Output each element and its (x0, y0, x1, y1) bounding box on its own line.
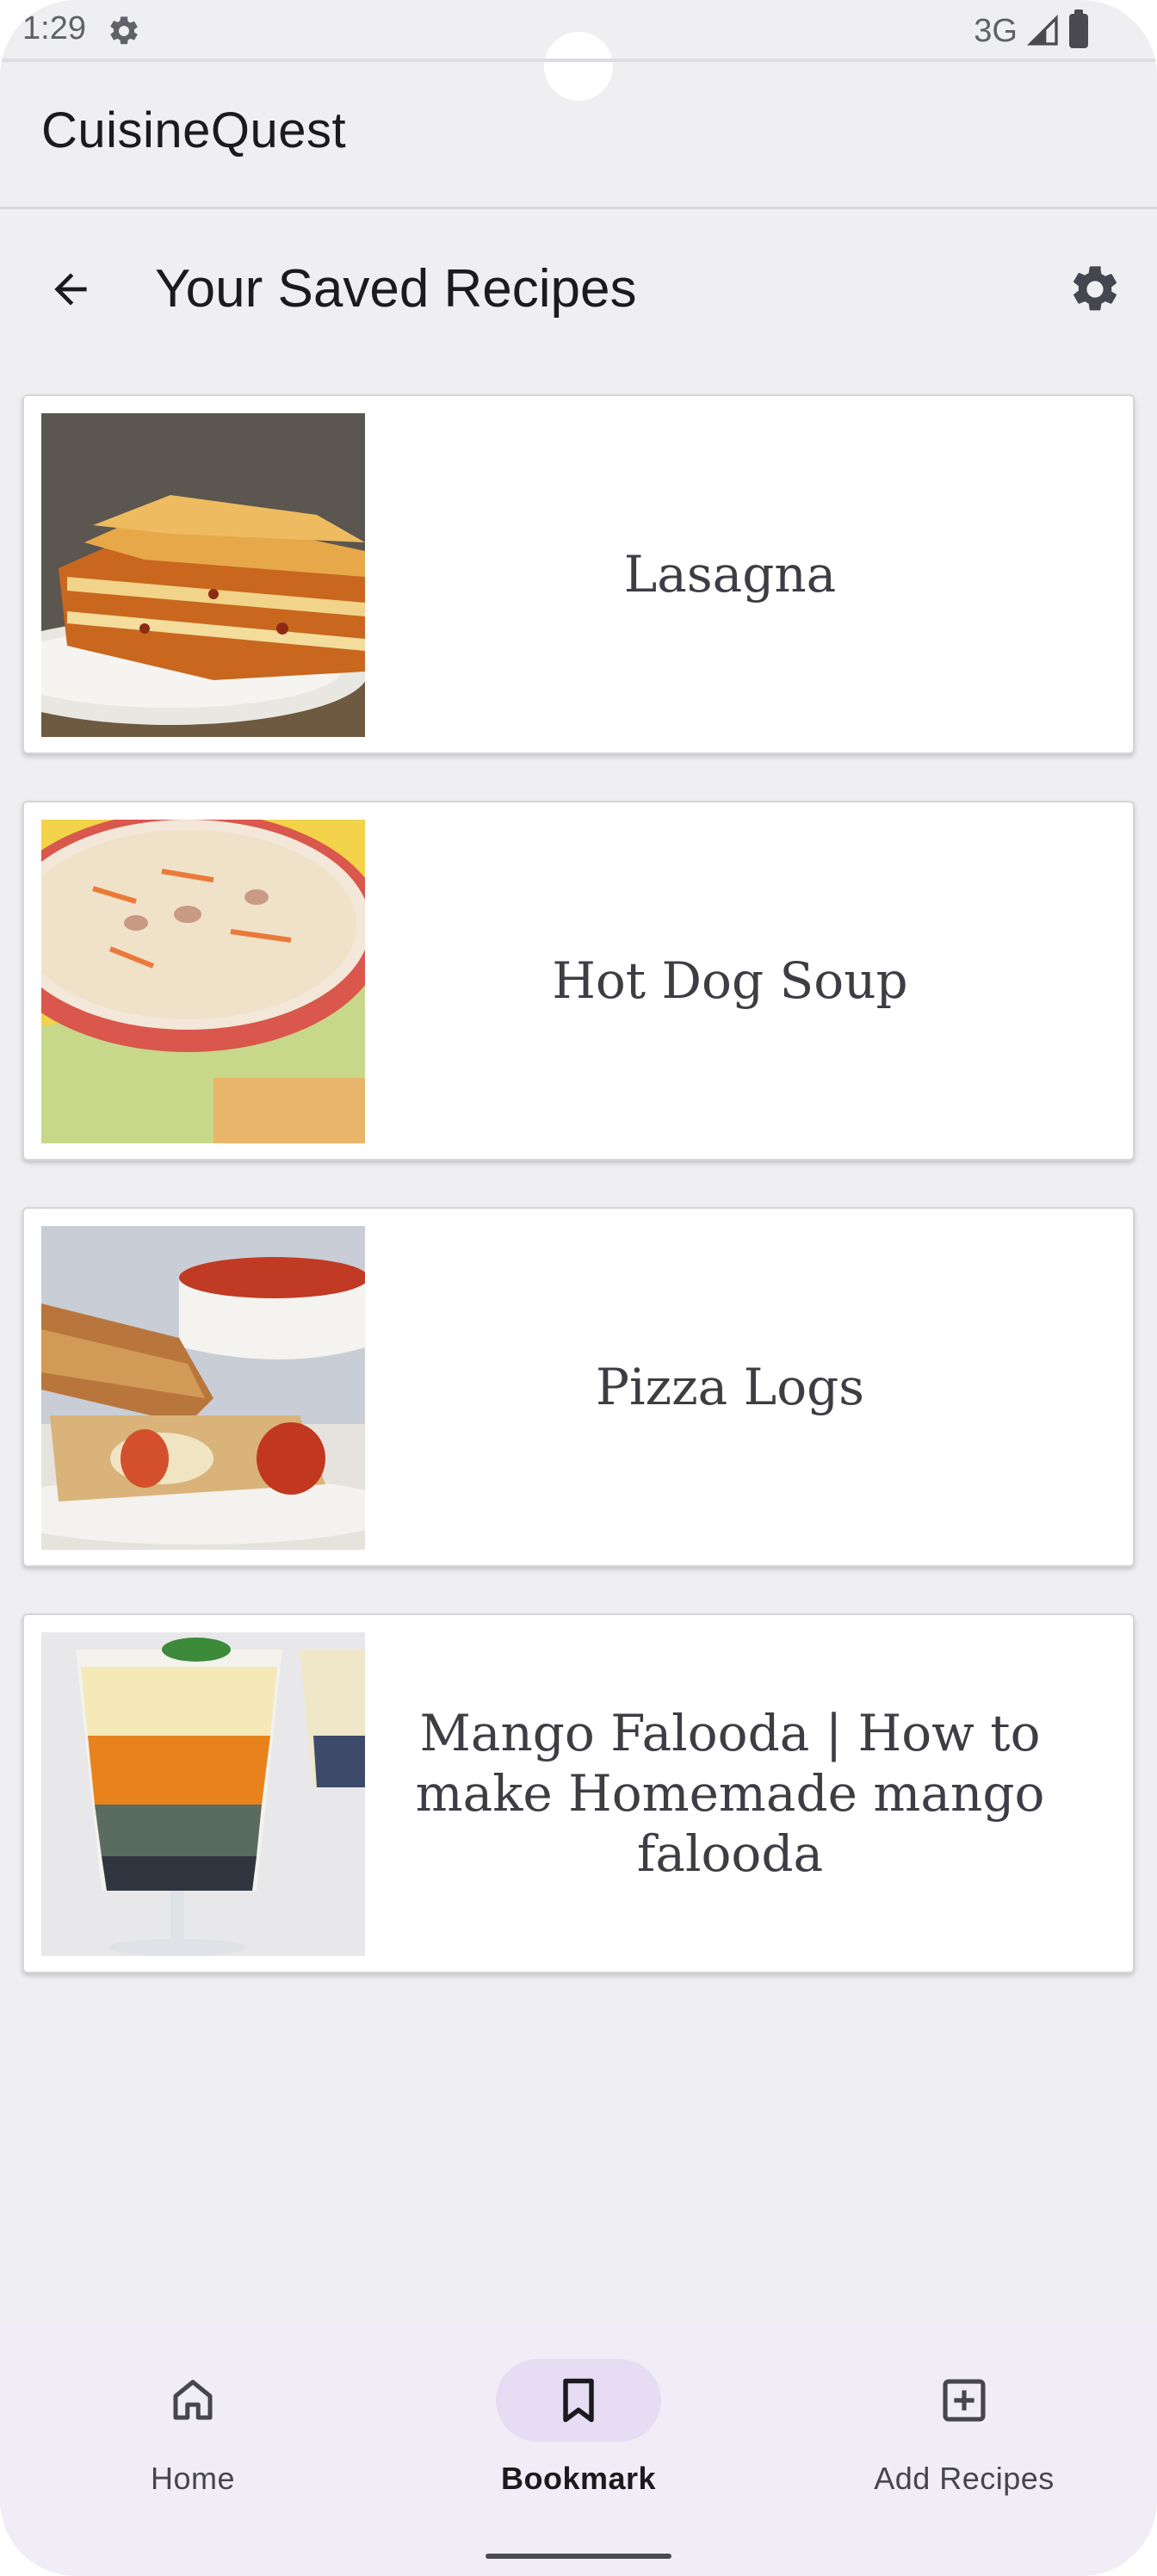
settings-button[interactable] (1061, 255, 1129, 324)
nav-item-home[interactable]: Home (64, 2359, 322, 2514)
pizza-logs-photo (41, 1226, 365, 1550)
gear-icon (1073, 266, 1117, 311)
recipe-card[interactable]: Lasagna (22, 394, 1135, 754)
hot-dog-soup-photo (41, 820, 365, 1143)
back-button[interactable] (36, 255, 105, 324)
network-type: 3G (974, 12, 1018, 49)
appbar-divider (0, 207, 1157, 209)
recipe-card[interactable]: Pizza Logs (22, 1207, 1135, 1567)
nav-indicator (496, 2359, 661, 2442)
recipe-card[interactable]: Mango Falooda | How to make Homemade man… (22, 1613, 1135, 1973)
camera-cutout (544, 32, 613, 101)
nav-label: Bookmark (500, 2461, 657, 2496)
mango-falooda-photo (41, 1632, 365, 1956)
nav-item-add-recipes[interactable]: Add Recipes (835, 2359, 1093, 2514)
nav-indicator (882, 2359, 1047, 2442)
home-icon (173, 2380, 213, 2420)
recipe-title: Lasagna (623, 545, 837, 604)
signal-icon (1026, 14, 1058, 46)
gesture-handle[interactable] (486, 2554, 671, 2559)
status-divider (0, 59, 1157, 62)
recipe-title: Hot Dog Soup (552, 951, 908, 1010)
nav-item-bookmark[interactable]: Bookmark (449, 2359, 708, 2514)
gear-icon (110, 16, 138, 45)
add-box-icon (943, 2379, 986, 2422)
nav-label: Home (150, 2461, 236, 2496)
page-title: Your Saved Recipes (155, 259, 637, 319)
arrow-back-icon (54, 273, 87, 306)
bookmark-icon (563, 2378, 594, 2423)
bottom-navigation: Home Bookmark Add Recipes (0, 2325, 1157, 2576)
recipe-title: Mango Falooda | How to make Homemade man… (415, 1704, 1045, 1883)
nav-label: Add Recipes (874, 2461, 1055, 2496)
recipe-title: Pizza Logs (595, 1358, 865, 1416)
status-time: 1:29 (22, 10, 86, 46)
recipe-card[interactable]: Hot Dog Soup (22, 801, 1135, 1161)
app-title: CuisineQuest (41, 102, 347, 158)
nav-indicator (110, 2359, 275, 2442)
lasagna-photo (41, 413, 365, 737)
battery-icon (1069, 9, 1088, 48)
phone-screen: 1:29 3G CuisineQuest Your Saved Recipes (0, 0, 1157, 2576)
status-icons: 3G (974, 9, 1088, 50)
recipe-list: Lasagna Hot Dog Soup Pizza Logs Mango Fa… (22, 394, 1135, 2020)
